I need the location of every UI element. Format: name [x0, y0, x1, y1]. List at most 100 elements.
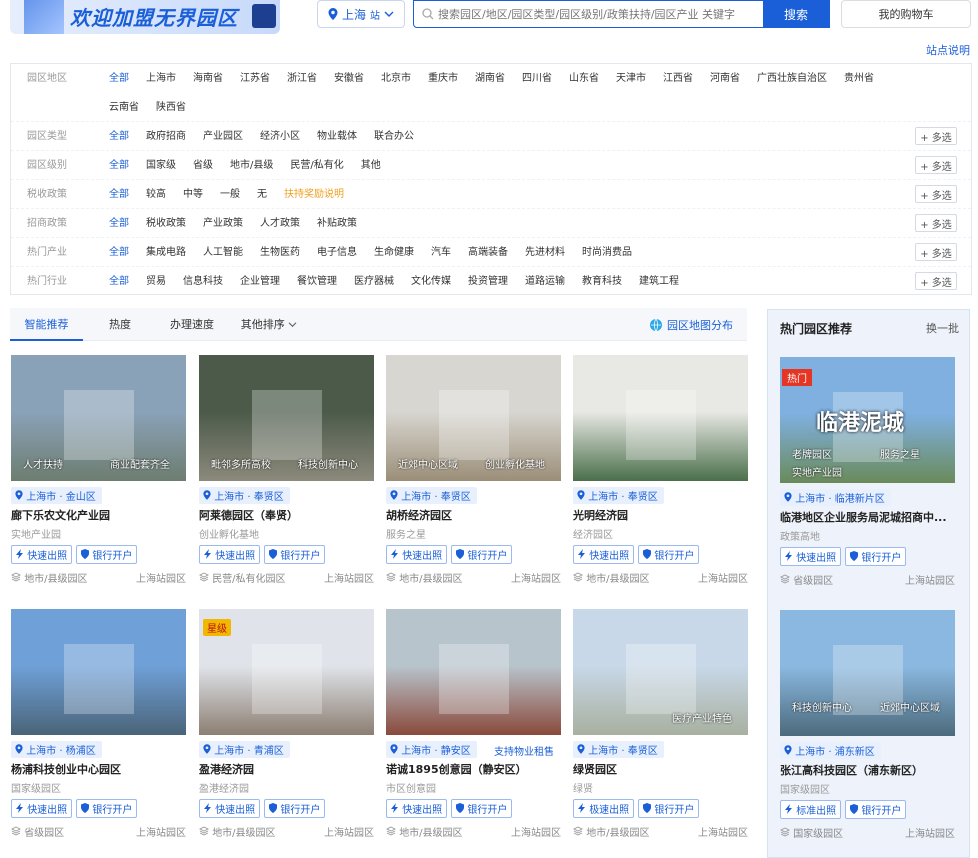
- filter-option[interactable]: 全部: [109, 122, 129, 151]
- filter-option[interactable]: 湖南省: [475, 64, 505, 93]
- filter-option[interactable]: 江苏省: [240, 64, 270, 93]
- park-card[interactable]: 上海市 · 杨浦区 杨浦科技创业中心园区 国家级园区 快速出照 银行开户 省级园区 上…: [10, 609, 186, 839]
- park-card[interactable]: 星级 上海市 · 青浦区 盈港经济园 盈港经济园 快速出照 银行开户 地市/县级园区…: [198, 609, 374, 839]
- park-name[interactable]: 光明经济园: [573, 507, 748, 523]
- park-card[interactable]: 毗邻多所高校 科技创新中心 上海市 · 奉贤区 阿莱德园区（奉贤） 创业孵化基地 快速…: [198, 355, 374, 585]
- filter-option[interactable]: 产业园区: [203, 122, 243, 151]
- filter-option[interactable]: 广西壮族自治区: [757, 64, 827, 93]
- filter-option[interactable]: 生命健康: [374, 238, 414, 267]
- park-photo[interactable]: 热门 临港泥城 老牌园区 服务之星 实地产业园: [780, 357, 955, 483]
- filter-option[interactable]: 生物医药: [260, 238, 300, 267]
- filter-option[interactable]: 时尚消费品: [582, 238, 632, 267]
- filter-option[interactable]: 先进材料: [525, 238, 565, 267]
- filter-option[interactable]: 汽车: [431, 238, 451, 267]
- multi-select-button[interactable]: + 多选: [915, 214, 957, 232]
- filter-option[interactable]: 道路运输: [525, 267, 565, 296]
- filter-option[interactable]: 云南省: [109, 93, 139, 122]
- park-photo[interactable]: 科技创新中心 近郊中心区域: [780, 610, 955, 736]
- park-card[interactable]: 人才扶持 商业配套齐全 上海市 · 金山区 廊下乐农文化产业园 实地产业园 快速出照 …: [10, 355, 186, 585]
- map-distribution-link[interactable]: 园区地图分布: [649, 317, 733, 333]
- filter-option[interactable]: 较高: [146, 180, 166, 209]
- filter-option[interactable]: 联合办公: [374, 122, 414, 151]
- filter-option[interactable]: 物业载体: [317, 122, 357, 151]
- filter-option[interactable]: 全部: [109, 180, 129, 209]
- park-name[interactable]: 临港地区企业服务局泥城招商中...: [780, 509, 955, 525]
- refresh-batch-button[interactable]: 换一批: [926, 320, 959, 336]
- filter-option[interactable]: 全部: [109, 64, 129, 93]
- filter-option[interactable]: 餐饮管理: [297, 267, 337, 296]
- tab-smart[interactable]: 智能推荐: [10, 308, 83, 341]
- park-card[interactable]: 医疗产业特色 上海市 · 奉贤区 绿贤园区 绿贤 极速出照 银行开户 地市/县级园区…: [572, 609, 748, 839]
- filter-option[interactable]: 安徽省: [334, 64, 364, 93]
- filter-option[interactable]: 信息科技: [183, 267, 223, 296]
- tab-hot[interactable]: 热度: [98, 308, 142, 341]
- filter-option[interactable]: 建筑工程: [639, 267, 679, 296]
- filter-option[interactable]: 河南省: [710, 64, 740, 93]
- park-name[interactable]: 廊下乐农文化产业园: [11, 507, 186, 523]
- filter-option[interactable]: 全部: [109, 267, 129, 296]
- filter-option[interactable]: 北京市: [381, 64, 411, 93]
- filter-option[interactable]: 税收政策: [146, 209, 186, 238]
- filter-option[interactable]: 民营/私有化: [290, 151, 343, 180]
- filter-option[interactable]: 一般: [220, 180, 240, 209]
- tab-other-sort[interactable]: 其他排序: [238, 308, 300, 341]
- park-name[interactable]: 盈港经济园: [199, 761, 374, 777]
- park-card[interactable]: 上海市 · 静安区 支持物业租售 诺诚1895创意园（静安区） 市区创意园 快速出照 …: [385, 609, 561, 839]
- filter-option[interactable]: 海南省: [193, 64, 223, 93]
- multi-select-button[interactable]: + 多选: [915, 272, 957, 290]
- filter-option[interactable]: 上海市: [146, 64, 176, 93]
- filter-option[interactable]: 企业管理: [240, 267, 280, 296]
- station-info-link[interactable]: 站点说明: [926, 42, 970, 58]
- park-name[interactable]: 张江高科技园区（浦东新区）: [780, 762, 955, 778]
- filter-option[interactable]: 补贴政策: [317, 209, 357, 238]
- filter-option[interactable]: 贵州省: [844, 64, 874, 93]
- filter-option[interactable]: 地市/县级: [230, 151, 273, 180]
- filter-option[interactable]: 经济小区: [260, 122, 300, 151]
- multi-select-button[interactable]: + 多选: [915, 127, 957, 145]
- filter-option[interactable]: 投资管理: [468, 267, 508, 296]
- search-button[interactable]: 搜索: [763, 1, 829, 27]
- park-card[interactable]: 热门 临港泥城 老牌园区 服务之星 实地产业园 上海市 · 临港新片区 临港地区企业服务局…: [779, 357, 955, 587]
- park-name[interactable]: 诺诚1895创意园（静安区）: [386, 761, 561, 777]
- filter-option[interactable]: 全部: [109, 209, 129, 238]
- filter-option[interactable]: 医疗器械: [354, 267, 394, 296]
- filter-option[interactable]: 重庆市: [428, 64, 458, 93]
- site-logo[interactable]: 欢迎加盟无界园区: [10, 0, 280, 34]
- filter-option[interactable]: 人才政策: [260, 209, 300, 238]
- filter-option[interactable]: 浙江省: [287, 64, 317, 93]
- filter-option[interactable]: 中等: [183, 180, 203, 209]
- park-photo[interactable]: 人才扶持 商业配套齐全: [11, 355, 186, 481]
- filter-option[interactable]: 全部: [109, 238, 129, 267]
- filter-option[interactable]: 山东省: [569, 64, 599, 93]
- park-name[interactable]: 绿贤园区: [573, 761, 748, 777]
- filter-option[interactable]: 人工智能: [203, 238, 243, 267]
- filter-option[interactable]: 文化传媒: [411, 267, 451, 296]
- city-selector[interactable]: 上海 站: [317, 0, 405, 28]
- filter-option[interactable]: 省级: [193, 151, 213, 180]
- filter-option[interactable]: 国家级: [146, 151, 176, 180]
- multi-select-button[interactable]: + 多选: [915, 243, 957, 261]
- park-photo[interactable]: 近郊中心区域 创业孵化基地: [386, 355, 561, 481]
- filter-option[interactable]: 产业政策: [203, 209, 243, 238]
- filter-option[interactable]: 四川省: [522, 64, 552, 93]
- filter-option[interactable]: 集成电路: [146, 238, 186, 267]
- filter-option[interactable]: 教育科技: [582, 267, 622, 296]
- filter-option[interactable]: 天津市: [616, 64, 646, 93]
- park-photo[interactable]: [573, 355, 748, 481]
- park-card[interactable]: 近郊中心区域 创业孵化基地 上海市 · 奉贤区 胡桥经济园区 服务之星 快速出照 银行…: [385, 355, 561, 585]
- tab-speed[interactable]: 办理速度: [162, 308, 222, 341]
- park-photo[interactable]: 毗邻多所高校 科技创新中心: [199, 355, 374, 481]
- filter-option[interactable]: 扶持奖励说明: [284, 180, 344, 209]
- filter-option[interactable]: 电子信息: [317, 238, 357, 267]
- filter-option[interactable]: 贸易: [146, 267, 166, 296]
- multi-select-button[interactable]: + 多选: [915, 156, 957, 174]
- park-name[interactable]: 阿莱德园区（奉贤）: [199, 507, 374, 523]
- multi-select-button[interactable]: + 多选: [915, 185, 957, 203]
- filter-option[interactable]: 其他: [361, 151, 381, 180]
- cart-button[interactable]: 我的购物车: [841, 0, 971, 28]
- park-photo[interactable]: 星级: [199, 609, 374, 735]
- filter-option[interactable]: 陕西省: [156, 93, 186, 122]
- park-photo[interactable]: [386, 609, 561, 735]
- park-card[interactable]: 科技创新中心 近郊中心区域 上海市 · 浦东新区 张江高科技园区（浦东新区） 国家级园…: [779, 610, 955, 840]
- filter-option[interactable]: 政府招商: [146, 122, 186, 151]
